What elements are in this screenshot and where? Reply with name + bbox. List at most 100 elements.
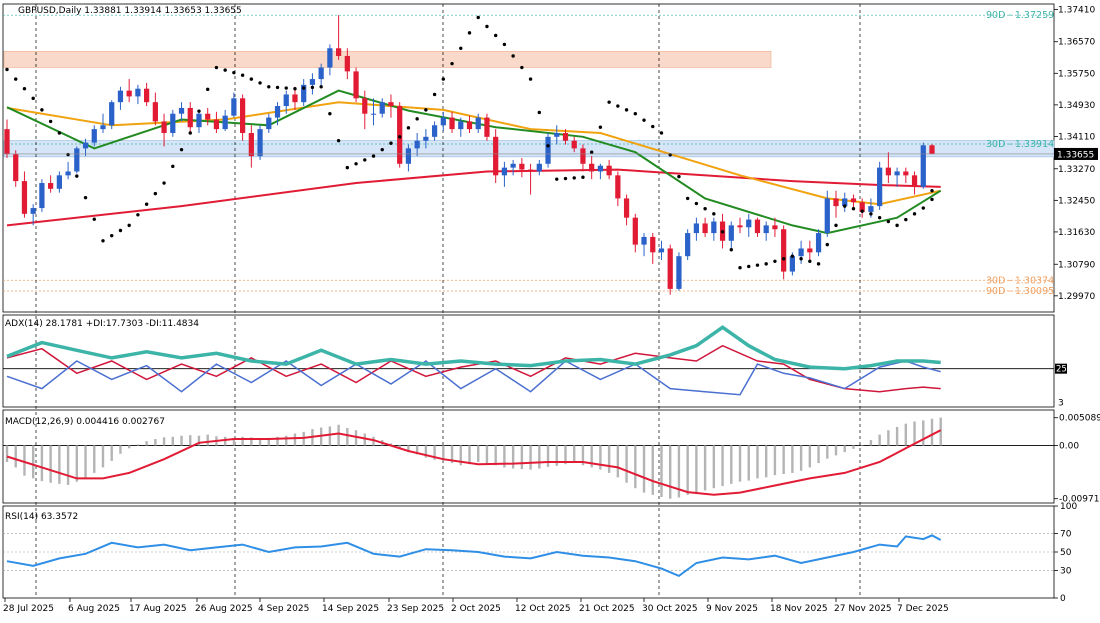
candle-body [161, 121, 167, 133]
candle [728, 221, 734, 249]
macd-histogram-bar [607, 445, 611, 473]
price-tick-label: 1.34110 [1058, 132, 1095, 142]
candle [685, 229, 691, 261]
sar-dot [851, 206, 856, 211]
sar-dot [110, 233, 114, 238]
candle [693, 217, 700, 241]
sar-dot [328, 112, 332, 116]
sar-dot [904, 217, 908, 222]
candle [239, 94, 246, 141]
candle [842, 192, 848, 212]
candle-body [205, 113, 211, 120]
candle [466, 115, 473, 133]
candle-body [833, 198, 839, 207]
sar-dot [764, 262, 768, 266]
macd-histogram-bar [40, 445, 44, 482]
sar-dot [747, 264, 751, 269]
sar-dot [493, 33, 498, 38]
price-tick-label: 1.37410 [1058, 5, 1095, 15]
macd-label: MACD(12,26,9) 0.004416 0.002767 [5, 417, 165, 427]
sar-dot [240, 73, 245, 77]
sar-dot [738, 266, 742, 270]
sar-dot [83, 195, 88, 200]
sar-dot [886, 219, 891, 224]
candle-body [257, 129, 263, 157]
sar-dot [476, 15, 480, 20]
rsi-tick-label: 30 [1060, 566, 1072, 576]
candle [21, 171, 28, 218]
sar-dot [424, 108, 428, 112]
price-tick-label: 1.32450 [1058, 196, 1095, 206]
candle [903, 167, 909, 184]
candle-body [274, 106, 281, 118]
sar-dot [729, 248, 733, 252]
candle [48, 175, 54, 193]
candle [65, 161, 71, 180]
macd-histogram-bar [843, 445, 846, 453]
candle-body [388, 102, 394, 107]
macd-histogram-bar [538, 445, 541, 469]
date-tick-label: 26 Aug 2025 [195, 604, 253, 614]
sar-dot [537, 110, 542, 115]
macd-histogram-bar [887, 430, 890, 446]
candle [493, 129, 499, 184]
candle [266, 113, 272, 133]
sar-dot [171, 164, 175, 169]
sar-dot [755, 263, 760, 267]
candle [527, 163, 534, 195]
sar-dot [127, 223, 131, 228]
price-tick-label: 1.33270 [1058, 165, 1095, 175]
date-tick-label: 18 Nov 2025 [770, 604, 828, 614]
candle [196, 109, 202, 133]
candle-body [597, 165, 604, 172]
candle-body [711, 221, 717, 234]
sar-dot [712, 212, 716, 216]
macd-histogram-bar [293, 433, 297, 446]
candle [370, 98, 377, 126]
sar-dot [546, 144, 550, 148]
sar-dot [223, 68, 227, 72]
price-tick-label: 1.31630 [1058, 228, 1095, 238]
zone-blue [3, 140, 1055, 158]
sar-dot [363, 158, 367, 162]
candle-body [91, 129, 97, 143]
sar-dot [869, 212, 873, 216]
candle [135, 84, 141, 105]
candle [929, 144, 935, 155]
candle-body [65, 171, 71, 176]
macd-histogram-bar [511, 445, 515, 469]
date-tick-label: 4 Sep 2025 [258, 604, 309, 614]
candle-body [929, 145, 935, 154]
macd-histogram-bar [826, 445, 829, 459]
candle-body [283, 94, 289, 107]
macd-histogram-bar [485, 445, 489, 464]
sar-dot [432, 92, 437, 97]
candle [4, 119, 10, 158]
chart-canvas: 90D - 1.3725930D - 1.3391430D - 1.303749… [2, 3, 1100, 614]
macd-histogram-bar [337, 424, 340, 446]
sar-dot [293, 87, 297, 91]
sar-dot [720, 230, 725, 234]
sar-dot [301, 86, 306, 90]
candle-body [109, 102, 115, 126]
sar-dot [249, 77, 254, 81]
sar-dot [572, 176, 576, 180]
sar-dot [162, 181, 166, 185]
adx-label: ADX(14) 28.1781 +DI:17.7303 -DI:11.4834 [5, 319, 199, 329]
candle [440, 111, 446, 132]
macd-histogram-bar [651, 445, 654, 495]
candle [737, 217, 743, 234]
candle [405, 144, 412, 172]
sar-dot [397, 135, 402, 139]
macd-histogram-bar [913, 421, 916, 446]
candle [309, 73, 316, 95]
candle-body [239, 98, 246, 133]
macd-histogram-bar [84, 445, 87, 479]
macd-histogram-bar [171, 436, 175, 446]
macd-histogram-bar [721, 445, 724, 487]
date-tick-label: 9 Nov 2025 [706, 604, 758, 614]
chart-symbol-header: GBPUSD,Daily 1.33881 1.33914 1.33653 1.3… [18, 6, 242, 16]
macd-histogram-bar [285, 435, 288, 446]
candle [431, 121, 438, 141]
rsi-tick-label: 100 [1060, 502, 1077, 512]
